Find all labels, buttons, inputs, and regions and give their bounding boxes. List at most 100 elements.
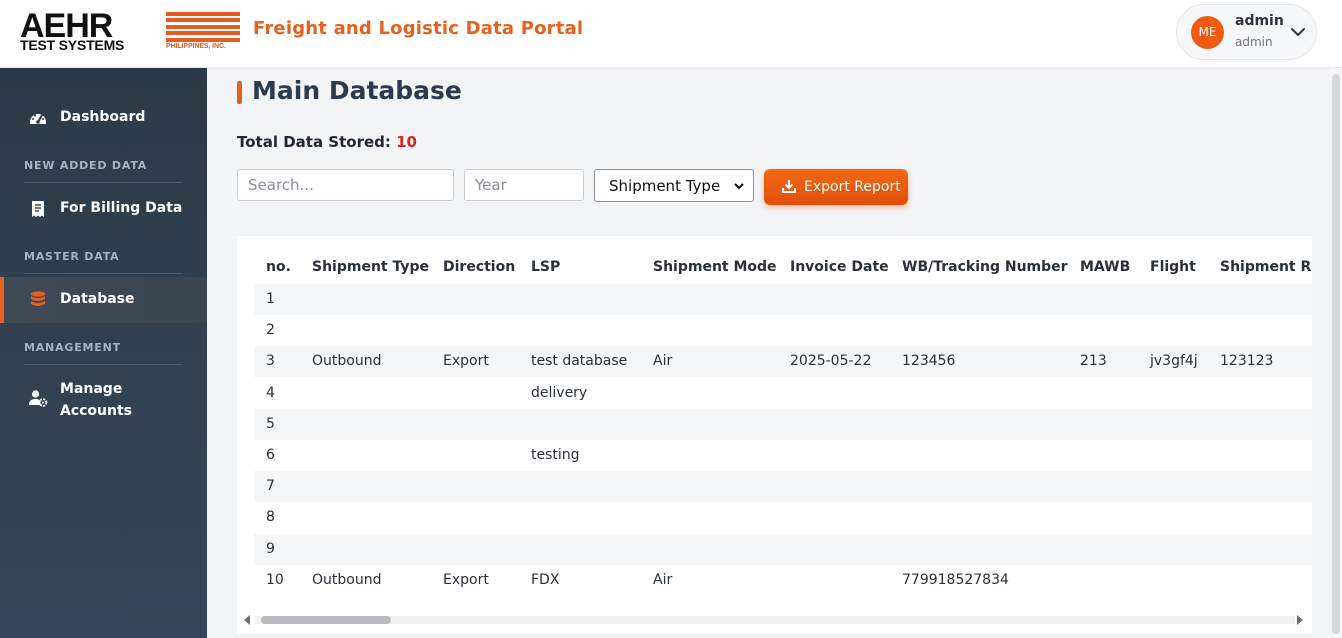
table-row[interactable]: 3 Outbound Export test database Air 2025-05-2… <box>254 346 1312 378</box>
table-row[interactable]: 8 <box>254 502 1312 534</box>
sidebar-item-dashboard[interactable]: Dashboard <box>0 95 207 141</box>
cell-no: 8 <box>266 509 275 526</box>
cell-shipment-mode: Air <box>653 353 673 370</box>
divider <box>24 273 182 274</box>
table-row[interactable]: 4 delivery <box>254 377 1312 409</box>
horizontal-scrollbar[interactable] <box>237 612 1312 628</box>
avatar: ME <box>1191 16 1224 49</box>
sidebar-item-database[interactable]: Database <box>0 277 207 323</box>
header-shipment-type: Shipment Type <box>312 259 430 275</box>
scroll-thumb[interactable] <box>1332 74 1340 634</box>
chevron-down-icon[interactable] <box>1289 23 1307 41</box>
cell-no: 1 <box>266 291 275 307</box>
search-input[interactable] <box>237 169 454 201</box>
cell-shipment-type: Outbound <box>312 353 382 370</box>
shipment-type-selected: Shipment Type <box>609 177 721 195</box>
sidebar-item-label: Database <box>60 291 135 307</box>
sidebar: Dashboard NEW ADDED DATA For Billing Dat… <box>0 68 207 638</box>
cell-lsp: test database <box>531 353 628 370</box>
scroll-right-arrow-icon[interactable] <box>1297 615 1303 625</box>
header-wb-tracking-number: WB/Tracking Number <box>902 259 1068 275</box>
sidebar-item-for-billing-data[interactable]: For Billing Data <box>0 186 207 232</box>
app-title: Freight and Logistic Data Portal <box>253 18 584 39</box>
header-no: no. <box>266 259 291 275</box>
header-shipment-ref: Shipment Ref <box>1220 259 1312 275</box>
cell-no: 10 <box>266 571 284 588</box>
section-label-master-data: MASTER DATA <box>24 250 120 263</box>
cell-no: 2 <box>266 322 275 339</box>
scroll-left-arrow-icon[interactable] <box>244 615 250 625</box>
database-icon <box>31 291 45 306</box>
sidebar-item-label: Dashboard <box>60 109 146 125</box>
cell-direction: Export <box>443 571 489 588</box>
cell-shipment-type: Outbound <box>312 571 382 588</box>
sidebar-item-label: Manage Accounts <box>60 378 132 422</box>
header-direction: Direction <box>443 259 516 275</box>
total-label: Total Data Stored: <box>237 133 391 151</box>
logo-tag-text: PHILIPPINES, INC. <box>166 43 226 50</box>
total-data-stored: Total Data Stored: 10 <box>237 133 417 151</box>
table-row[interactable]: 9 <box>254 533 1312 565</box>
year-input[interactable] <box>464 169 584 201</box>
cell-shipment-ref: 123123 <box>1220 353 1274 370</box>
export-report-button[interactable]: Export Report <box>764 169 908 205</box>
page-title: Main Database <box>252 76 462 105</box>
cell-lsp: FDX <box>531 571 560 588</box>
scroll-thumb[interactable] <box>261 616 391 624</box>
logo-sub-text: TEST SYSTEMS <box>20 37 125 53</box>
header-shipment-mode: Shipment Mode <box>653 259 777 275</box>
divider <box>24 364 182 365</box>
header-flight: Flight <box>1150 259 1196 275</box>
table-row[interactable]: 2 <box>254 315 1312 347</box>
cell-no: 7 <box>266 478 275 495</box>
cell-no: 4 <box>266 384 275 401</box>
sidebar-item-label: For Billing Data <box>60 200 183 216</box>
divider <box>24 182 182 183</box>
logo-main-text: AEHR <box>20 7 113 45</box>
top-header: AEHR TEST SYSTEMS PHILIPPINES, INC. Frei… <box>0 0 1342 68</box>
user-role: admin <box>1235 35 1273 49</box>
sidebar-item-manage-accounts[interactable]: Manage Accounts <box>0 373 207 425</box>
header-invoice-date: Invoice Date <box>790 259 889 275</box>
download-icon <box>782 180 796 193</box>
header-mawb: MAWB <box>1080 259 1131 275</box>
export-report-label: Export Report <box>804 179 901 195</box>
data-table-card: no. Shipment Type Direction LSP Shipment… <box>237 236 1312 634</box>
cell-no: 6 <box>266 447 275 463</box>
user-gear-icon <box>29 390 48 407</box>
table-row[interactable]: 7 <box>254 471 1312 503</box>
title-accent-bar <box>237 81 242 104</box>
cell-lsp: delivery <box>531 384 588 401</box>
cell-wb-tracking-number: 123456 <box>902 353 956 370</box>
vertical-scrollbar[interactable] <box>1330 68 1342 638</box>
table-row[interactable]: 5 <box>254 408 1312 440</box>
table-row[interactable]: 1 <box>254 284 1312 315</box>
cell-invoice-date: 2025-05-22 <box>790 353 872 370</box>
cell-no: 5 <box>266 415 275 432</box>
cell-no: 3 <box>266 353 275 370</box>
logo-stripes <box>166 12 240 43</box>
cell-lsp: testing <box>531 447 580 463</box>
table-header: no. Shipment Type Direction LSP Shipment… <box>254 250 1312 283</box>
user-name: admin <box>1235 13 1284 29</box>
cell-direction: Export <box>443 353 489 370</box>
total-count: 10 <box>396 133 417 151</box>
table-row[interactable]: 10 Outbound Export FDX Air 779918527834 <box>254 564 1312 596</box>
chevron-down-icon <box>734 183 744 190</box>
table-row[interactable]: 6 testing <box>254 440 1312 471</box>
speedometer-icon <box>30 114 46 124</box>
user-menu[interactable]: ME admin admin <box>1176 4 1317 60</box>
shipment-type-select[interactable]: Shipment Type <box>594 169 754 202</box>
manage-label-line1: Manage <box>60 381 123 397</box>
cell-shipment-mode: Air <box>653 571 673 588</box>
section-label-management: MANAGEMENT <box>24 341 121 354</box>
section-label-new-added-data: NEW ADDED DATA <box>24 159 148 172</box>
cell-mawb: 213 <box>1080 353 1107 370</box>
scroll-track[interactable] <box>255 616 1295 624</box>
cell-no: 9 <box>266 540 275 557</box>
manage-label-line2: Accounts <box>60 403 133 419</box>
company-logo[interactable]: AEHR TEST SYSTEMS PHILIPPINES, INC. <box>20 7 240 53</box>
cell-wb-tracking-number: 779918527834 <box>902 571 1009 588</box>
data-table: no. Shipment Type Direction LSP Shipment… <box>254 250 1312 598</box>
header-lsp: LSP <box>531 259 561 275</box>
